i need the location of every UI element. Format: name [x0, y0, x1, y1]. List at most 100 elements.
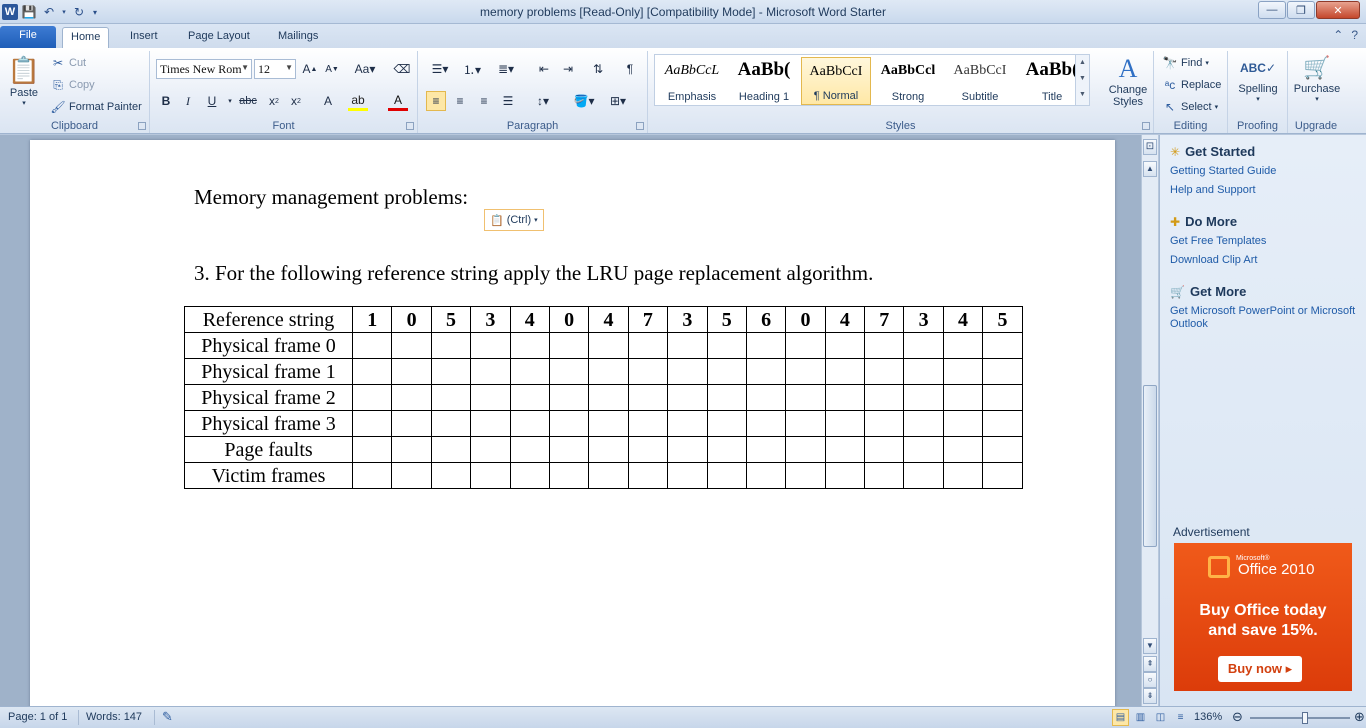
office-advertisement[interactable]: Microsoft® Office 2010 Buy Office today …	[1174, 543, 1352, 691]
empty-cell[interactable]	[391, 358, 432, 385]
draft-icon[interactable]: ≡	[1172, 709, 1189, 726]
empty-cell[interactable]	[588, 358, 629, 385]
empty-cell[interactable]	[391, 384, 432, 411]
empty-cell[interactable]	[548, 410, 590, 437]
next-page-icon[interactable]: ⇟	[1143, 688, 1157, 704]
bullets-icon[interactable]: ☰▾	[426, 59, 454, 79]
empty-cell[interactable]	[470, 384, 511, 411]
superscript-icon[interactable]: x2	[286, 91, 306, 111]
minimize-button[interactable]: —	[1258, 1, 1286, 19]
reference-value-cell[interactable]: 3	[903, 306, 944, 333]
justify-icon[interactable]: ☰	[498, 91, 518, 111]
spelling-button[interactable]: ABC✓ Spelling ▾	[1232, 53, 1284, 103]
underline-icon[interactable]: U	[202, 91, 222, 111]
row-label[interactable]: Physical frame 1	[184, 358, 353, 385]
empty-cell[interactable]	[942, 332, 984, 359]
grow-font-icon[interactable]: A ▲	[300, 59, 320, 79]
reference-value-cell[interactable]: 7	[627, 306, 669, 333]
strikethrough-icon[interactable]: abc	[236, 91, 260, 111]
empty-cell[interactable]	[667, 410, 708, 437]
align-left-icon[interactable]: ≡	[426, 91, 446, 111]
show-formatting-icon[interactable]: ¶	[620, 59, 640, 79]
empty-cell[interactable]	[548, 462, 590, 489]
change-styles-button[interactable]: A Change Styles	[1104, 54, 1152, 108]
empty-cell[interactable]	[706, 462, 747, 489]
empty-cell[interactable]	[351, 436, 393, 463]
row-label[interactable]: Reference string	[184, 306, 353, 333]
zoom-level[interactable]: 136%	[1194, 711, 1222, 723]
empty-cell[interactable]	[351, 358, 393, 385]
empty-cell[interactable]	[864, 358, 905, 385]
borders-icon[interactable]: ⊞▾	[604, 91, 632, 111]
buy-now-button[interactable]: Buy now ▸	[1218, 656, 1302, 682]
styles-launcher-icon[interactable]	[1142, 122, 1150, 130]
paragraph-launcher-icon[interactable]	[636, 122, 644, 130]
empty-cell[interactable]	[470, 436, 511, 463]
clipboard-launcher-icon[interactable]	[138, 122, 146, 130]
zoom-slider[interactable]	[1250, 712, 1350, 724]
numbering-icon[interactable]: ⒈▾	[458, 59, 486, 79]
empty-cell[interactable]	[548, 332, 590, 359]
reference-value-cell[interactable]: 0	[548, 306, 590, 333]
empty-cell[interactable]	[706, 410, 747, 437]
replace-button[interactable]: ᵃc Replace	[1162, 77, 1222, 93]
reference-value-cell[interactable]: 3	[470, 306, 511, 333]
gallery-down-icon[interactable]: ▼	[1076, 71, 1089, 87]
empty-cell[interactable]	[351, 462, 393, 489]
empty-cell[interactable]	[627, 436, 669, 463]
empty-cell[interactable]	[785, 410, 826, 437]
style-emphasis[interactable]: AaBbCcL Emphasis	[657, 57, 727, 105]
empty-cell[interactable]	[706, 436, 747, 463]
empty-cell[interactable]	[548, 358, 590, 385]
link-help-and-support[interactable]: Help and Support	[1170, 184, 1360, 197]
subscript-icon[interactable]: x2	[264, 91, 284, 111]
empty-cell[interactable]	[588, 332, 629, 359]
reference-value-cell[interactable]: 6	[745, 306, 787, 333]
empty-cell[interactable]	[745, 462, 787, 489]
align-right-icon[interactable]: ≡	[474, 91, 494, 111]
reference-value-cell[interactable]: 1	[351, 306, 393, 333]
find-button[interactable]: 🔭 Find ▾	[1162, 55, 1209, 71]
link-getting-started-guide[interactable]: Getting Started Guide	[1170, 165, 1360, 178]
zoom-out-icon[interactable]: ⊖	[1232, 709, 1243, 725]
paste-button[interactable]: 📋 Paste ▾	[6, 53, 42, 108]
empty-cell[interactable]	[982, 358, 1023, 385]
ruler-toggle-icon[interactable]: ⊡	[1143, 139, 1157, 155]
empty-cell[interactable]	[824, 436, 866, 463]
select-button[interactable]: ↖ Select ▾	[1162, 99, 1218, 115]
empty-cell[interactable]	[903, 410, 944, 437]
purchase-button[interactable]: 🛒 Purchase ▾	[1290, 53, 1344, 103]
row-label[interactable]: Physical frame 0	[184, 332, 353, 359]
empty-cell[interactable]	[785, 384, 826, 411]
multilevel-list-icon[interactable]: ≣▾	[492, 59, 520, 79]
row-label[interactable]: Physical frame 2	[184, 384, 353, 411]
close-button[interactable]: ✕	[1316, 1, 1360, 19]
change-case-icon[interactable]: Aa▾	[352, 59, 378, 79]
help-icon[interactable]: ?	[1351, 28, 1358, 42]
empty-cell[interactable]	[864, 332, 905, 359]
tab-page-layout[interactable]: Page Layout	[180, 27, 258, 48]
link-download-clip-art[interactable]: Download Clip Art	[1170, 254, 1360, 267]
empty-cell[interactable]	[509, 462, 550, 489]
empty-cell[interactable]	[903, 436, 944, 463]
empty-cell[interactable]	[627, 410, 669, 437]
sort-icon[interactable]: ⇅	[588, 59, 608, 79]
minimize-ribbon-icon[interactable]: ⌃	[1333, 28, 1343, 42]
scroll-thumb[interactable]	[1143, 385, 1157, 547]
document-page[interactable]: Memory management problems: 📋 (Ctrl) ▾ 3…	[30, 140, 1115, 706]
empty-cell[interactable]	[942, 384, 984, 411]
empty-cell[interactable]	[706, 332, 747, 359]
empty-cell[interactable]	[982, 384, 1023, 411]
empty-cell[interactable]	[588, 462, 629, 489]
copy-button[interactable]: ⎘ Copy	[50, 77, 95, 93]
empty-cell[interactable]	[430, 384, 472, 411]
empty-cell[interactable]	[824, 462, 866, 489]
empty-cell[interactable]	[588, 384, 629, 411]
clear-formatting-icon[interactable]: ⌫	[392, 59, 412, 79]
empty-cell[interactable]	[785, 332, 826, 359]
empty-cell[interactable]	[903, 384, 944, 411]
empty-cell[interactable]	[824, 410, 866, 437]
empty-cell[interactable]	[745, 410, 787, 437]
reference-value-cell[interactable]: 5	[430, 306, 472, 333]
print-layout-icon[interactable]: ▤	[1112, 709, 1129, 726]
